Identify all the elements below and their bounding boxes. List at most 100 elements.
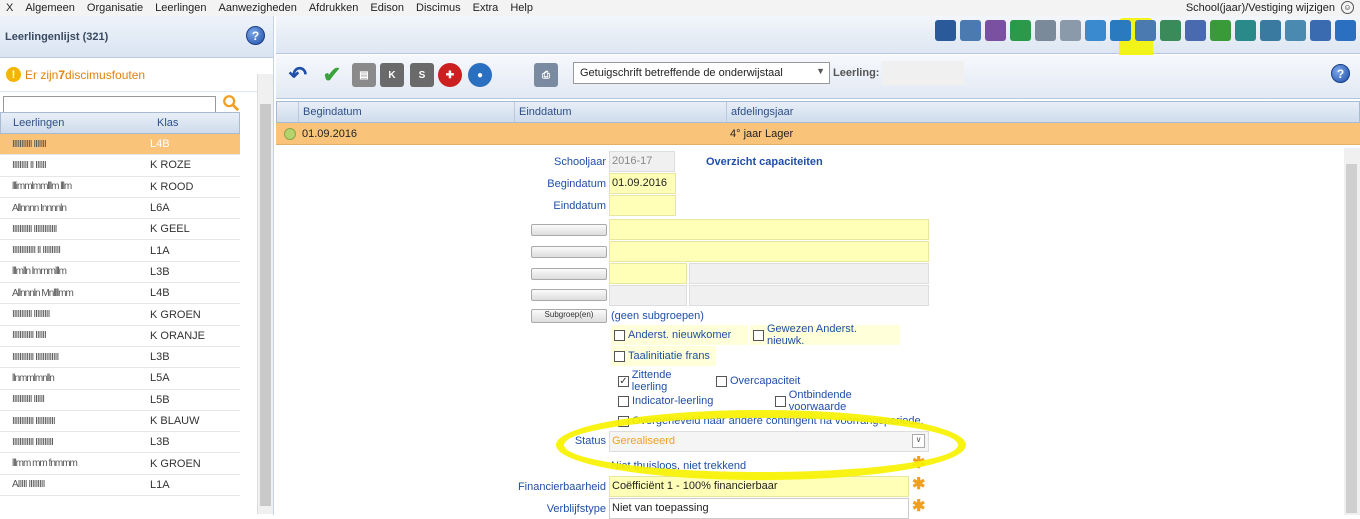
list-icon[interactable] xyxy=(1135,20,1156,41)
lifebuoy-icon[interactable]: ✚ xyxy=(438,63,462,87)
student-row[interactable]: IIIIIIIII II IIIIII K ROZE xyxy=(0,155,240,177)
subgroep-button[interactable]: Subgroep(en) xyxy=(531,309,607,323)
menu-edison[interactable]: Edison xyxy=(364,2,410,14)
redacted-field-2[interactable] xyxy=(609,241,929,262)
student-row[interactable]: IIIIIIIIIIII IIIIIIIIIII K BLAUW xyxy=(0,411,240,433)
stats-icon[interactable] xyxy=(1310,20,1331,41)
clock-icon[interactable] xyxy=(985,20,1006,41)
checkbox[interactable] xyxy=(618,395,629,407)
people-icon[interactable] xyxy=(1110,20,1131,41)
col-einddatum[interactable]: Einddatum xyxy=(515,102,727,122)
green-card-icon[interactable] xyxy=(1010,20,1031,41)
student-list-scrollbar[interactable] xyxy=(257,74,273,514)
menu-help[interactable]: Help xyxy=(504,2,539,14)
student-row[interactable]: lllmm mm fnmmm K GROEN xyxy=(0,453,240,475)
help-icon[interactable]: ? xyxy=(1331,64,1350,83)
scroll-thumb[interactable] xyxy=(260,104,271,506)
menu-close[interactable]: X xyxy=(0,2,19,14)
checkbox[interactable] xyxy=(753,329,764,341)
verblijfstype-field[interactable]: Niet van toepassing xyxy=(609,498,909,519)
redacted-field-3[interactable] xyxy=(609,263,687,284)
cb-taalinitiatie[interactable]: Taalinitiatie frans xyxy=(611,346,716,366)
edit-icon[interactable] xyxy=(960,20,981,41)
student-row[interactable]: IIIIIIIIIII IIIIIIIIIIIII K GEEL xyxy=(0,219,240,241)
search-icon[interactable] xyxy=(222,94,240,112)
redacted-button-2[interactable] xyxy=(531,246,607,258)
student-row[interactable]: IIIIIIIIIII IIIIIII L4B xyxy=(0,134,240,156)
col-leerlingen[interactable]: Leerlingen xyxy=(1,113,145,133)
menu-afdrukken[interactable]: Afdrukken xyxy=(303,2,365,14)
checkbox[interactable] xyxy=(716,375,727,387)
chart-line-icon[interactable] xyxy=(1235,20,1256,41)
student-row[interactable]: lllimmlmmlllm lllm K ROOD xyxy=(0,177,240,198)
checkbox[interactable] xyxy=(614,350,625,362)
discimus-warning[interactable]: ! Er zijn 7 discimusfouten xyxy=(0,58,273,92)
help-icon[interactable]: ? xyxy=(246,26,265,45)
id-card-icon[interactable] xyxy=(935,20,956,41)
menu-algemeen[interactable]: Algemeen xyxy=(19,2,81,14)
school-switch-link[interactable]: School(jaar)/Vestiging wijzigen xyxy=(1186,2,1335,14)
student-klas: K ORANJE xyxy=(150,329,206,342)
person-icon[interactable]: ● xyxy=(468,63,492,87)
user-k-icon[interactable]: K xyxy=(380,63,404,87)
leerling-label: Leerling: xyxy=(833,67,880,79)
menu-leerlingen[interactable]: Leerlingen xyxy=(149,2,212,14)
user-icon[interactable]: ☺ xyxy=(1341,1,1354,14)
checkmark-icon[interactable]: ✔ xyxy=(320,62,344,87)
student-row[interactable]: llnmmlmnlln L5A xyxy=(0,368,240,390)
chart-icon[interactable] xyxy=(1160,20,1181,41)
student-name: Allnnnln Mnllllmm xyxy=(12,287,74,299)
redacted-button-3[interactable] xyxy=(531,268,607,280)
avi-icon[interactable] xyxy=(1210,20,1231,41)
checkbox-checked[interactable]: ✓ xyxy=(618,375,629,387)
house-icon[interactable] xyxy=(1035,20,1056,41)
checkbox[interactable] xyxy=(614,329,625,341)
registration-row[interactable]: 01.09.2016 4° jaar Lager xyxy=(276,123,1360,145)
form-scrollbar[interactable] xyxy=(1344,148,1360,515)
cb-gewezen-anderst[interactable]: Gewezen Anderst. nieuwk. xyxy=(750,323,900,347)
redacted-button-1[interactable] xyxy=(531,224,607,236)
einddatum-field[interactable] xyxy=(609,195,676,216)
undo-icon[interactable]: ↶ xyxy=(286,62,310,87)
menu-organisatie[interactable]: Organisatie xyxy=(81,2,149,14)
cb-indicator-leerling[interactable]: Indicator-leerling xyxy=(615,391,775,411)
menu-extra[interactable]: Extra xyxy=(467,2,505,14)
student-row[interactable]: IIIIIIIIIIII IIIIIIIIIIIII L3B xyxy=(0,347,240,369)
menu-aanwezigheden[interactable]: Aanwezigheden xyxy=(213,2,303,14)
gok-icon[interactable] xyxy=(1335,20,1356,41)
redacted-field-1[interactable] xyxy=(609,219,929,240)
begindatum-field[interactable]: 01.09.2016 xyxy=(609,173,676,194)
col-afdelingsjaar[interactable]: afdelingsjaar xyxy=(727,102,1359,122)
student-row[interactable]: IIIIIIIIIII IIIIII L5B xyxy=(0,390,240,411)
mail-icon[interactable] xyxy=(1085,20,1106,41)
col-klas[interactable]: Klas xyxy=(145,113,178,133)
handshake-icon[interactable] xyxy=(1185,20,1206,41)
checkbox[interactable] xyxy=(775,395,786,407)
cb-overcapaciteit[interactable]: Overcapaciteit xyxy=(713,371,823,391)
schooljaar-field[interactable]: 2016-17 xyxy=(609,151,675,172)
student-row[interactable]: IIIIIIIIIIII IIIIIIIIII L3B xyxy=(0,432,240,454)
row-begindatum: 01.09.2016 xyxy=(302,127,358,140)
calc-icon[interactable] xyxy=(1260,20,1281,41)
printer-icon[interactable]: ⎙ xyxy=(534,63,558,87)
cb-ontbindende-voorwaarde[interactable]: Ontbindende voorwaarde xyxy=(772,389,912,413)
user-s-icon[interactable]: S xyxy=(410,63,434,87)
clipboard-icon[interactable]: ▤ xyxy=(352,63,376,87)
student-row[interactable]: Allnnnln Mnllllmm L4B xyxy=(0,283,240,305)
capaciteit-link[interactable]: Overzicht capaciteiten xyxy=(706,156,823,168)
student-row[interactable]: lllmlln lmmmlllm L3B xyxy=(0,262,240,284)
student-row[interactable]: AIIIII IIIIIIIII L1A xyxy=(0,475,240,497)
cb-zittende-leerling[interactable]: ✓ Zittende leerling xyxy=(615,369,711,393)
report-select[interactable]: Getuigschrift betreffende de onderwijsta… xyxy=(573,62,830,84)
scroll-thumb[interactable] xyxy=(1346,164,1357,513)
student-row[interactable]: IIIIIIIIIII IIIIIIIII K GROEN xyxy=(0,304,240,326)
student-row[interactable]: IIIIIIIIIIIII II IIIIIIIIII L1A xyxy=(0,240,240,262)
phone-icon[interactable] xyxy=(1060,20,1081,41)
cb-anderst-nieuwkomer[interactable]: Anderst. nieuwkomer xyxy=(611,325,748,345)
device-icon[interactable] xyxy=(1285,20,1306,41)
redacted-button-4[interactable] xyxy=(531,289,607,301)
col-begindatum[interactable]: Begindatum xyxy=(299,102,515,122)
student-row[interactable]: Allnnnn Innnnln L6A xyxy=(0,198,240,220)
student-row[interactable]: IIIIIIIIIIII IIIIII K ORANJE xyxy=(0,326,240,347)
menu-discimus[interactable]: Discimus xyxy=(410,2,467,14)
